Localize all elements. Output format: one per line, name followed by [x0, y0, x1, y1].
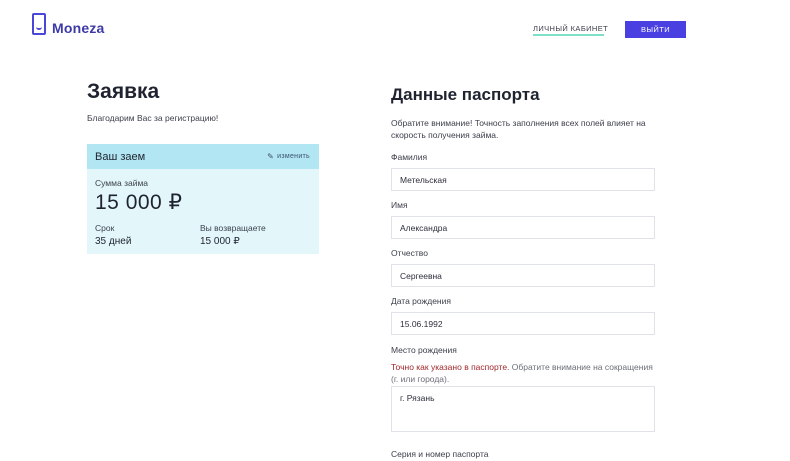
birthplace-label: Место рождения — [391, 345, 457, 355]
surname-label: Фамилия — [391, 152, 428, 162]
loan-card-header: Ваш заем ✎ изменить — [87, 144, 319, 169]
surname-field[interactable]: Метельская — [391, 168, 655, 191]
loan-sum-value: 15 000 ₽ — [95, 191, 183, 214]
pencil-icon: ✎ — [267, 152, 275, 161]
patronymic-field[interactable]: Сергеевна — [391, 264, 655, 287]
passport-section-title: Данные паспорта — [391, 85, 540, 104]
patronymic-label: Отчество — [391, 248, 428, 258]
logo-text: Moneza — [52, 20, 105, 36]
return-amount-value: 15 000 ₽ — [200, 236, 240, 247]
loan-card-title: Ваш заем — [95, 150, 146, 163]
personal-cabinet-link[interactable]: ЛИЧНЫЙ КАБИНЕТ — [533, 24, 608, 33]
edit-loan-link[interactable]: ✎ изменить — [267, 152, 310, 161]
logout-button[interactable]: ВЫЙТИ — [625, 21, 686, 38]
loan-sum-label: Сумма займа — [95, 178, 149, 188]
registration-thanks-text: Благодарим Вас за регистрацию! — [87, 113, 219, 123]
loan-term-label: Срок — [95, 223, 115, 233]
edit-loan-label: изменить — [277, 153, 310, 160]
cabinet-link-underline — [533, 34, 604, 36]
birthplace-textarea[interactable]: г. Рязань — [391, 386, 655, 432]
birthdate-label: Дата рождения — [391, 296, 451, 306]
logo[interactable]: Moneza — [32, 12, 105, 36]
page-title: Заявка — [87, 80, 160, 103]
name-field[interactable]: Александра — [391, 216, 655, 239]
birthplace-hint: Точно как указано в паспорте. Обратите в… — [391, 361, 661, 385]
accuracy-notice: Обратите внимание! Точность заполнения в… — [391, 118, 646, 140]
birthplace-hint-warning: Точно как указано в паспорте. — [391, 362, 510, 372]
top-header: Moneza ЛИЧНЫЙ КАБИНЕТ ВЫЙТИ — [0, 0, 790, 60]
loan-summary-card: Ваш заем ✎ изменить Сумма займа 15 000 ₽… — [87, 144, 319, 254]
passport-series-label: Серия и номер паспорта — [391, 449, 489, 459]
phone-smile-icon — [32, 13, 46, 35]
loan-term-value: 35 дней — [95, 236, 132, 247]
return-amount-label: Вы возвращаете — [200, 223, 266, 233]
birthdate-field[interactable]: 15.06.1992 — [391, 312, 655, 335]
name-label: Имя — [391, 200, 408, 210]
